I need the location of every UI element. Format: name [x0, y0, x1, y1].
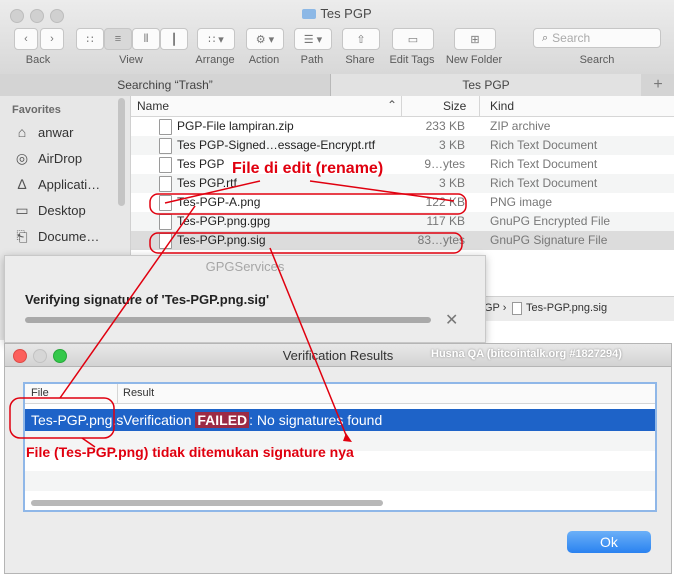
sig-pointer-line — [269, 247, 349, 441]
file-highlight-box — [9, 397, 115, 439]
no-signature-annotation: File (Tes-PGP.png) tidak ditemukan signa… — [26, 444, 354, 460]
rename-pointer-line-left — [164, 180, 261, 204]
sig-highlight-box — [149, 232, 463, 254]
file-pointer-line — [59, 205, 196, 399]
rename-pointer-line-right — [309, 180, 455, 202]
sig-pointer-arrowhead — [343, 433, 352, 442]
rename-annotation: File di edit (rename) — [232, 160, 383, 177]
rename-highlight-box — [149, 193, 467, 215]
annotation-overlay: File di edit (rename) File (Tes-PGP.png)… — [9, 160, 467, 460]
